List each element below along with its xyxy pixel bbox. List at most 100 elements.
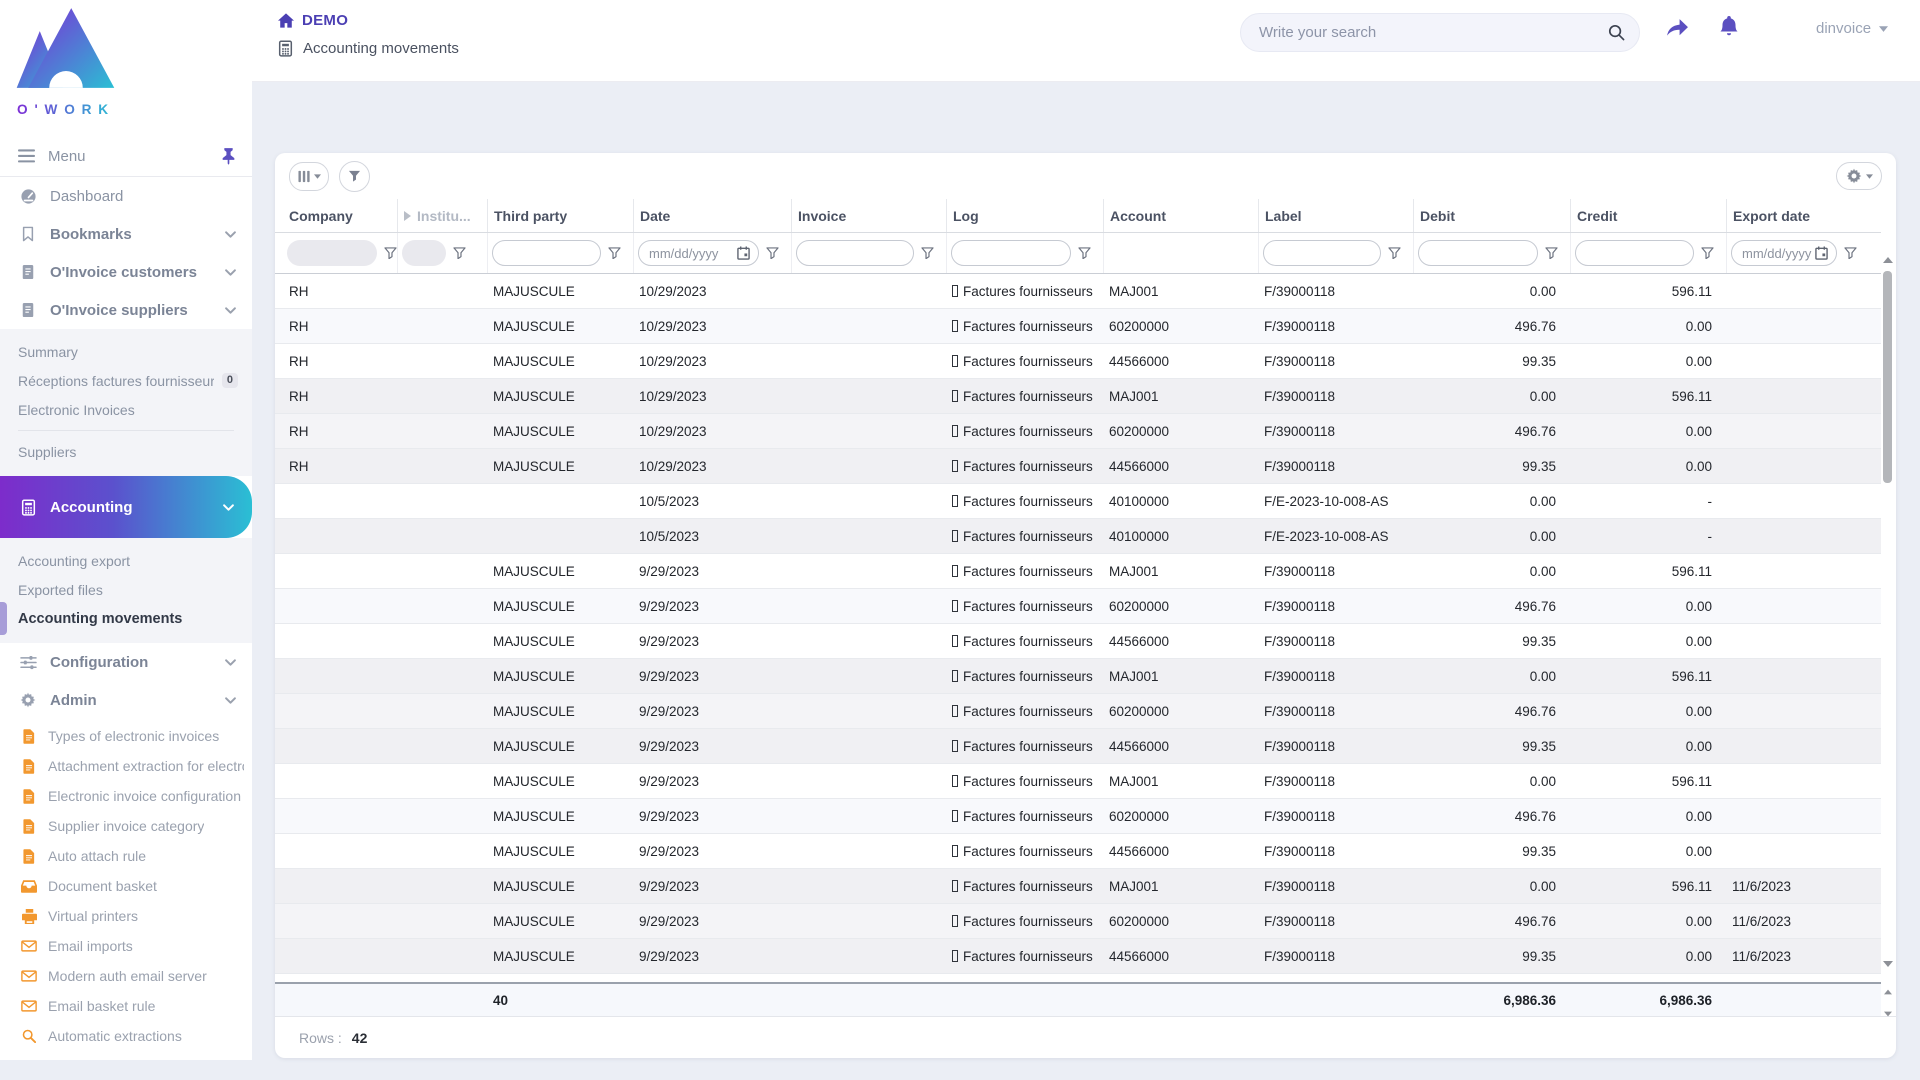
funnel-icon[interactable] — [1701, 247, 1714, 259]
funnel-icon[interactable] — [1078, 247, 1091, 259]
expand-group-icon[interactable] — [404, 210, 411, 221]
sidebar-item-admin[interactable]: Admin — [0, 681, 252, 719]
sidebar-item-workflow-status[interactable]: Workflow status — [0, 1051, 252, 1060]
cell-account: 44566000 — [1109, 458, 1170, 474]
sidebar-item-document-basket[interactable]: Document basket — [0, 871, 252, 901]
sidebar-item-electronic-invoice-configuration[interactable]: Electronic invoice configuration — [0, 781, 252, 811]
cell-third-party: MAJUSCULE — [493, 458, 575, 474]
calendar-icon[interactable] — [1815, 246, 1828, 260]
table-row[interactable]: MAJUSCULE 9/29/2023 Factures fournisseurs 6… — [275, 694, 1881, 729]
sidebar-item-suppliers[interactable]: Suppliers — [0, 437, 252, 466]
sidebar-item-supplier-invoice-category[interactable]: Supplier invoice category — [0, 811, 252, 841]
filter-text-input[interactable] — [1274, 245, 1372, 261]
funnel-icon[interactable] — [1844, 247, 1857, 259]
totals-scroll-up-icon[interactable] — [1883, 989, 1893, 995]
sidebar-item-r-ceptions-factures-fournisseurs[interactable]: Réceptions factures fournisseurs 0 — [0, 366, 252, 395]
filter-text-input[interactable] — [807, 245, 905, 261]
column-header-date[interactable]: Date — [633, 199, 791, 232]
funnel-icon[interactable] — [453, 247, 466, 259]
calendar-icon[interactable] — [737, 246, 750, 260]
table-row[interactable]: MAJUSCULE 9/29/2023 Factures fournisseurs 4… — [275, 624, 1881, 659]
table-row[interactable]: RH MAJUSCULE 10/29/2023 Factures fournisseu… — [275, 274, 1881, 309]
scroll-down-icon[interactable] — [1881, 961, 1895, 973]
sidebar-item-email-imports[interactable]: Email imports — [0, 931, 252, 961]
filter-text-input[interactable] — [1429, 245, 1529, 261]
funnel-icon[interactable] — [921, 247, 934, 259]
sidebar-item-o-invoice-suppliers[interactable]: O'Invoice suppliers — [0, 291, 252, 329]
table-row[interactable]: MAJUSCULE 9/29/2023 Factures fournisseurs 4… — [275, 939, 1881, 974]
search-input[interactable] — [1259, 24, 1608, 41]
column-header-credit[interactable]: Credit — [1570, 199, 1726, 232]
cell-third-party: MAJUSCULE — [493, 633, 575, 649]
share-icon[interactable] — [1666, 18, 1689, 37]
table-row[interactable]: MAJUSCULE 9/29/2023 Factures fournisseurs 4… — [275, 834, 1881, 869]
search-icon[interactable] — [1608, 24, 1625, 41]
sidebar-item-exported-files[interactable]: Exported files — [0, 575, 252, 604]
sidebar-item-electronic-invoices[interactable]: Electronic Invoices — [0, 395, 252, 424]
column-header-institu-[interactable]: Institu... — [397, 199, 487, 232]
sidebar-item-accounting-movements[interactable]: Accounting movements — [0, 602, 252, 635]
filter-text-input[interactable] — [962, 245, 1062, 261]
table-row[interactable]: MAJUSCULE 9/29/2023 Factures fournisseurs M… — [275, 764, 1881, 799]
columns-button[interactable] — [289, 161, 329, 191]
bell-icon[interactable] — [1720, 16, 1738, 37]
funnel-icon[interactable] — [766, 247, 779, 259]
sidebar-item-types-of-electronic-invoices[interactable]: Types of electronic invoices — [0, 721, 252, 751]
table-row[interactable]: MAJUSCULE 9/29/2023 Factures fournisseurs M… — [275, 659, 1881, 694]
scroll-up-icon[interactable] — [1881, 257, 1895, 269]
sidebar-item-automatic-extractions[interactable]: Automatic extractions — [0, 1021, 252, 1051]
table-settings-button[interactable] — [1836, 162, 1882, 190]
sidebar-item-dashboard[interactable]: Dashboard — [0, 177, 252, 215]
column-header-invoice[interactable]: Invoice — [791, 199, 946, 232]
filter-button[interactable] — [339, 160, 370, 192]
breadcrumb[interactable]: DEMO — [278, 12, 348, 29]
table-row[interactable]: RH MAJUSCULE 10/29/2023 Factures fournisseu… — [275, 344, 1881, 379]
column-header-third-party[interactable]: Third party — [487, 199, 633, 232]
table-row[interactable]: 10/5/2023 Factures fournisseurs 40100000 F/… — [275, 484, 1881, 519]
funnel-icon[interactable] — [1545, 247, 1558, 259]
column-header-label[interactable]: Label — [1258, 199, 1413, 232]
column-header-debit[interactable]: Debit — [1413, 199, 1570, 232]
sidebar-item-o-invoice-customers[interactable]: O'Invoice customers — [0, 253, 252, 291]
totals-scroll-down-icon[interactable] — [1883, 1011, 1893, 1017]
column-header-account[interactable]: Account — [1103, 199, 1258, 232]
sidebar-item-configuration[interactable]: Configuration — [0, 643, 252, 681]
table-row[interactable]: MAJUSCULE 9/29/2023 Factures fournisseurs M… — [275, 869, 1881, 904]
sidebar-item-bookmarks[interactable]: Bookmarks — [0, 215, 252, 253]
sidebar-item-accounting[interactable]: Accounting — [0, 476, 252, 538]
column-header-company[interactable]: Company — [283, 199, 397, 232]
sidebar-item-virtual-printers[interactable]: Virtual printers — [0, 901, 252, 931]
column-header-export-date[interactable]: Export date — [1726, 199, 1869, 232]
filter-text-input[interactable] — [503, 245, 592, 261]
funnel-icon[interactable] — [608, 247, 621, 259]
filter-date-input[interactable]: mm/dd/yyyy — [1731, 240, 1837, 266]
table-row[interactable]: MAJUSCULE 9/29/2023 Factures fournisseurs 4… — [275, 729, 1881, 764]
scrollbar-thumb[interactable] — [1883, 271, 1892, 483]
table-row[interactable]: 10/5/2023 Factures fournisseurs 40100000 F/… — [275, 519, 1881, 554]
menu-toggle[interactable]: Menu — [0, 136, 252, 176]
sidebar-item-accounting-export[interactable]: Accounting export — [0, 546, 252, 575]
vertical-scrollbar[interactable] — [1881, 257, 1895, 973]
table-row[interactable]: MAJUSCULE 9/29/2023 Factures fournisseurs 6… — [275, 799, 1881, 834]
sidebar-item-attachment-extraction-for-electron[interactable]: Attachment extraction for electron — [0, 751, 252, 781]
funnel-icon[interactable] — [1388, 247, 1401, 259]
funnel-icon[interactable] — [384, 247, 397, 259]
table-row[interactable]: RH MAJUSCULE 10/29/2023 Factures fournisseu… — [275, 309, 1881, 344]
table-totals-row: 40 6,986.36 6,986.36 — [275, 982, 1881, 1016]
filter-text-input[interactable] — [1586, 245, 1685, 261]
table-row[interactable]: MAJUSCULE 9/29/2023 Factures fournisseurs 6… — [275, 904, 1881, 939]
column-header-log[interactable]: Log — [946, 199, 1103, 232]
filter-date-input[interactable]: mm/dd/yyyy — [638, 240, 759, 266]
sidebar-item-modern-auth-email-server[interactable]: Modern auth email server — [0, 961, 252, 991]
total-count: 40 — [493, 992, 509, 1008]
table-row[interactable]: MAJUSCULE 9/29/2023 Factures fournisseurs M… — [275, 554, 1881, 589]
sidebar-item-auto-attach-rule[interactable]: Auto attach rule — [0, 841, 252, 871]
user-menu[interactable]: dinvoice — [1816, 20, 1889, 37]
table-row[interactable]: RH MAJUSCULE 10/29/2023 Factures fournisseu… — [275, 449, 1881, 484]
pin-sidebar-icon[interactable] — [221, 147, 236, 165]
table-row[interactable]: RH MAJUSCULE 10/29/2023 Factures fournisseu… — [275, 379, 1881, 414]
table-row[interactable]: MAJUSCULE 9/29/2023 Factures fournisseurs 6… — [275, 589, 1881, 624]
table-row[interactable]: RH MAJUSCULE 10/29/2023 Factures fournisseu… — [275, 414, 1881, 449]
sidebar-item-summary[interactable]: Summary — [0, 337, 252, 366]
sidebar-item-email-basket-rule[interactable]: Email basket rule — [0, 991, 252, 1021]
